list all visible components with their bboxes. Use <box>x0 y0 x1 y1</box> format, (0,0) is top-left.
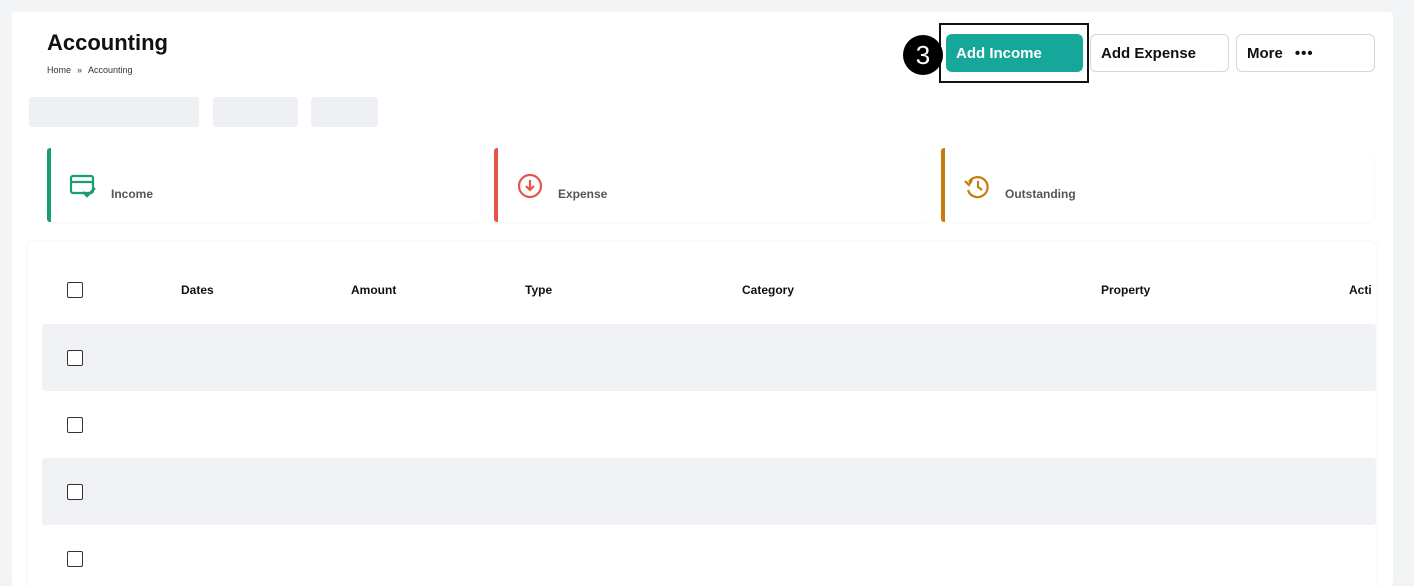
column-header-amount[interactable]: Amount <box>351 283 396 297</box>
outstanding-summary-card[interactable]: Outstanding <box>941 148 1374 222</box>
income-card-label: Income <box>111 187 154 201</box>
add-income-button[interactable]: Add Income <box>946 34 1083 72</box>
more-dots-icon: ••• <box>1294 44 1314 62</box>
column-header-actions[interactable]: Acti <box>1349 283 1372 297</box>
add-expense-label: Add Expense <box>1101 44 1197 62</box>
breadcrumb: Home » Accounting <box>47 65 133 75</box>
row-checkbox[interactable] <box>67 484 83 500</box>
row-checkbox[interactable] <box>67 350 83 366</box>
more-button[interactable]: More ••• <box>1236 34 1375 72</box>
column-header-property[interactable]: Property <box>1101 283 1150 297</box>
breadcrumb-current: Accounting <box>88 65 133 75</box>
step-number-badge: 3 <box>903 35 943 75</box>
skeleton-tab <box>213 97 298 127</box>
add-income-label: Add Income <box>956 44 1042 62</box>
column-header-type[interactable]: Type <box>525 283 552 297</box>
history-clock-icon <box>964 176 989 199</box>
table-row[interactable] <box>42 324 1376 391</box>
add-expense-button[interactable]: Add Expense <box>1090 34 1229 72</box>
skeleton-tab <box>311 97 378 127</box>
row-checkbox[interactable] <box>67 417 83 433</box>
breadcrumb-home[interactable]: Home <box>47 65 71 75</box>
accounting-table: Dates Amount Type Category Property Acti <box>28 242 1376 586</box>
column-header-dates[interactable]: Dates <box>181 283 214 297</box>
table-row[interactable] <box>42 458 1376 525</box>
expense-summary-card[interactable]: Expense <box>494 148 927 222</box>
table-header: Dates Amount Type Category Property Acti <box>28 242 1376 324</box>
table-row[interactable] <box>42 525 1376 586</box>
page-title: Accounting <box>47 30 168 55</box>
breadcrumb-separator: » <box>77 65 83 75</box>
select-all-checkbox[interactable] <box>67 282 83 298</box>
row-checkbox[interactable] <box>67 551 83 567</box>
more-label: More <box>1247 44 1283 62</box>
income-summary-card[interactable]: Income <box>47 148 480 222</box>
outstanding-card-label: Outstanding <box>1005 187 1076 201</box>
accounting-panel: Accounting Home » Accounting Add Income Ad… <box>12 12 1393 586</box>
expense-card-label: Expense <box>558 187 608 201</box>
skeleton-tab <box>29 97 199 127</box>
table-row[interactable] <box>42 391 1376 458</box>
column-header-category[interactable]: Category <box>742 283 794 297</box>
arrow-down-circle-icon <box>517 173 543 199</box>
card-check-icon <box>69 174 96 198</box>
